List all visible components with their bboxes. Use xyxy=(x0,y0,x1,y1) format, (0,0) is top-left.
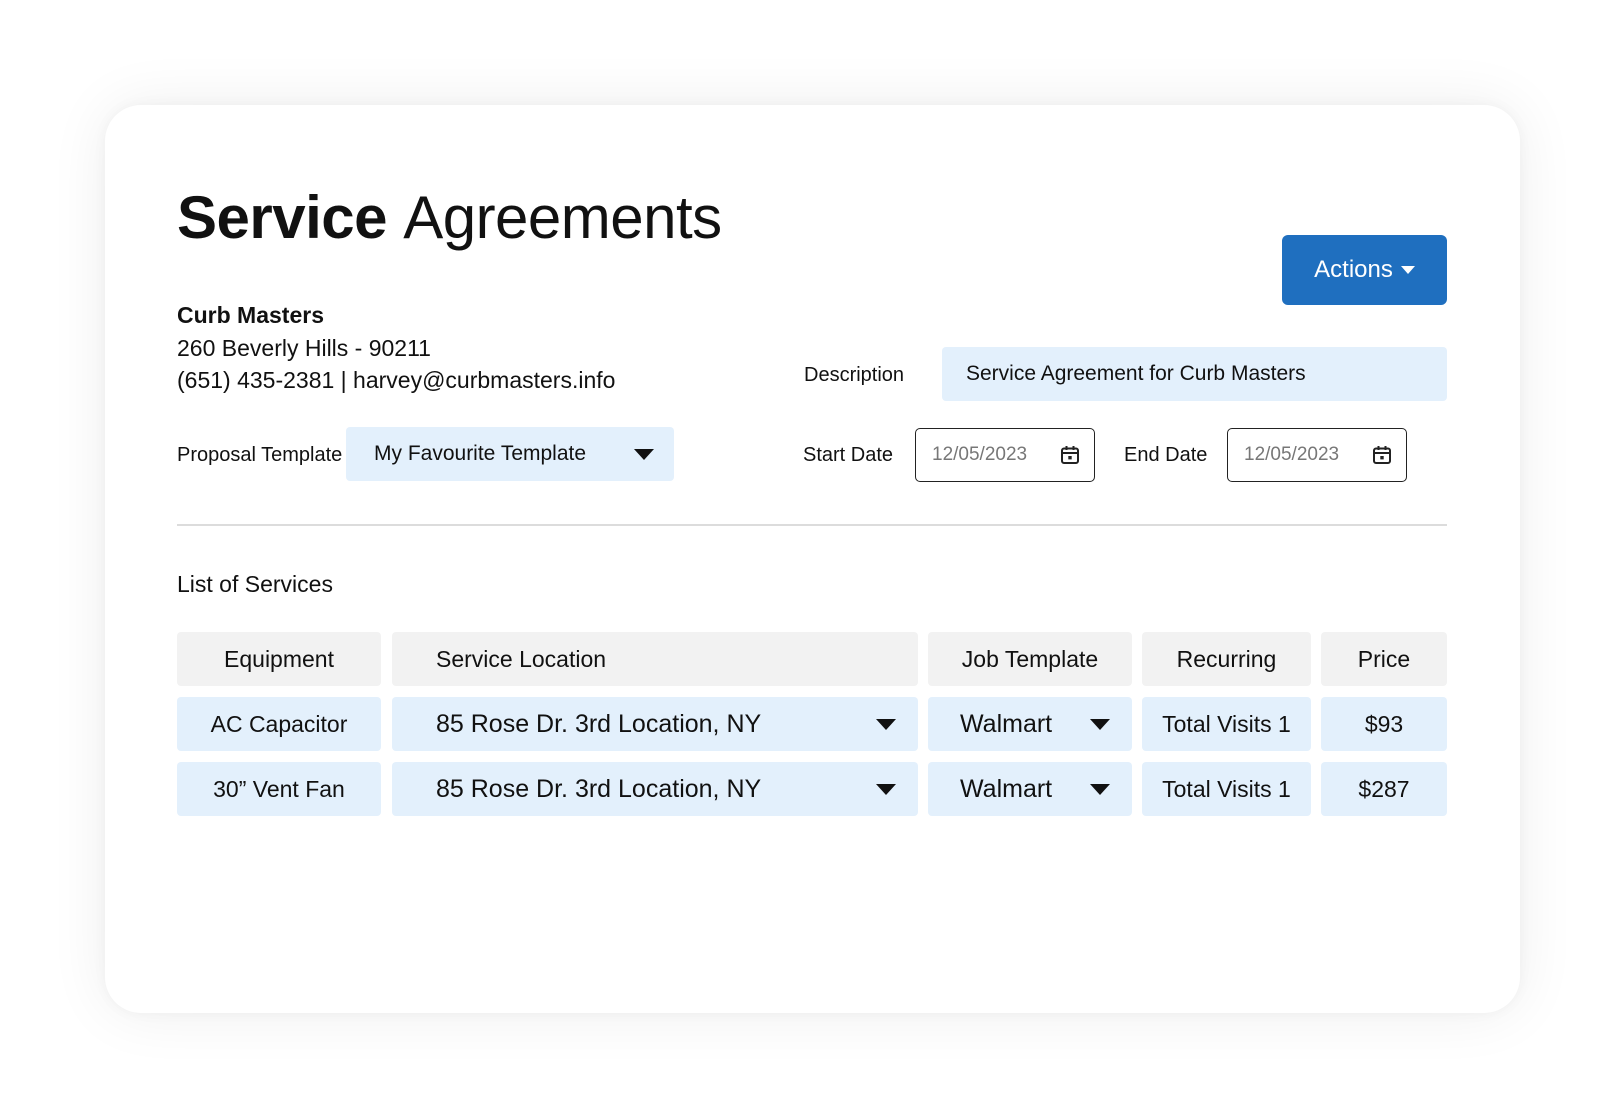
job-template-value: Walmart xyxy=(960,774,1053,803)
calendar-icon[interactable] xyxy=(1372,445,1392,465)
calendar-icon[interactable] xyxy=(1060,445,1080,465)
start-date-value: 12/05/2023 xyxy=(932,444,1028,465)
customer-address: 260 Beverly Hills - 90211 xyxy=(177,335,431,361)
column-header-price: Price xyxy=(1321,632,1447,686)
recurring-cell: Total Visits 1 xyxy=(1142,762,1311,816)
caret-down-icon xyxy=(634,448,654,460)
customer-contact: (651) 435-2381 | harvey@curbmasters.info xyxy=(177,367,616,393)
recurring-cell: Total Visits 1 xyxy=(1142,697,1311,751)
service-agreement-card: Service Agreements Actions Curb Masters … xyxy=(105,105,1520,1013)
proposal-template-select[interactable]: My Favourite Template xyxy=(346,427,674,481)
caret-down-icon xyxy=(876,783,896,795)
actions-button-label: Actions xyxy=(1314,256,1393,283)
page-title-bold: Service xyxy=(177,184,388,251)
column-header-service-location: Service Location xyxy=(392,632,918,686)
column-header-equipment: Equipment xyxy=(177,632,381,686)
price-cell: $287 xyxy=(1321,762,1447,816)
caret-down-icon xyxy=(1090,783,1110,795)
start-date-label: Start Date xyxy=(803,444,894,466)
section-divider xyxy=(177,524,1447,526)
page-title-light: Agreements xyxy=(403,184,722,251)
job-template-value: Walmart xyxy=(960,709,1053,738)
service-location-value: 85 Rose Dr. 3rd Location, NY xyxy=(436,774,762,803)
start-date-field[interactable]: 12/05/2023 xyxy=(915,428,1095,482)
description-label: Description xyxy=(804,364,905,386)
customer-name: Curb Masters xyxy=(177,302,324,328)
proposal-template-value: My Favourite Template xyxy=(374,442,587,465)
equipment-cell: AC Capacitor xyxy=(177,697,381,751)
caret-down-icon xyxy=(876,718,896,730)
column-header-job-template: Job Template xyxy=(928,632,1132,686)
actions-button[interactable]: Actions xyxy=(1282,235,1447,305)
description-field[interactable]: Service Agreement for Curb Masters xyxy=(942,347,1447,401)
description-value: Service Agreement for Curb Masters xyxy=(966,362,1306,385)
caret-down-icon xyxy=(1090,718,1110,730)
service-location-select[interactable]: 85 Rose Dr. 3rd Location, NY xyxy=(392,697,918,751)
job-template-select[interactable]: Walmart xyxy=(928,762,1132,816)
column-header-recurring: Recurring xyxy=(1142,632,1311,686)
page-title: Service Agreements xyxy=(177,183,722,252)
job-template-select[interactable]: Walmart xyxy=(928,697,1132,751)
equipment-cell: 30” Vent Fan xyxy=(177,762,381,816)
end-date-label: End Date xyxy=(1124,444,1208,466)
proposal-template-label: Proposal Template xyxy=(177,444,343,466)
price-cell: $93 xyxy=(1321,697,1447,751)
end-date-value: 12/05/2023 xyxy=(1244,444,1340,465)
service-location-value: 85 Rose Dr. 3rd Location, NY xyxy=(436,709,762,738)
service-location-select[interactable]: 85 Rose Dr. 3rd Location, NY xyxy=(392,762,918,816)
caret-down-icon xyxy=(1400,266,1415,274)
end-date-field[interactable]: 12/05/2023 xyxy=(1227,428,1407,482)
services-section-title: List of Services xyxy=(177,571,333,597)
